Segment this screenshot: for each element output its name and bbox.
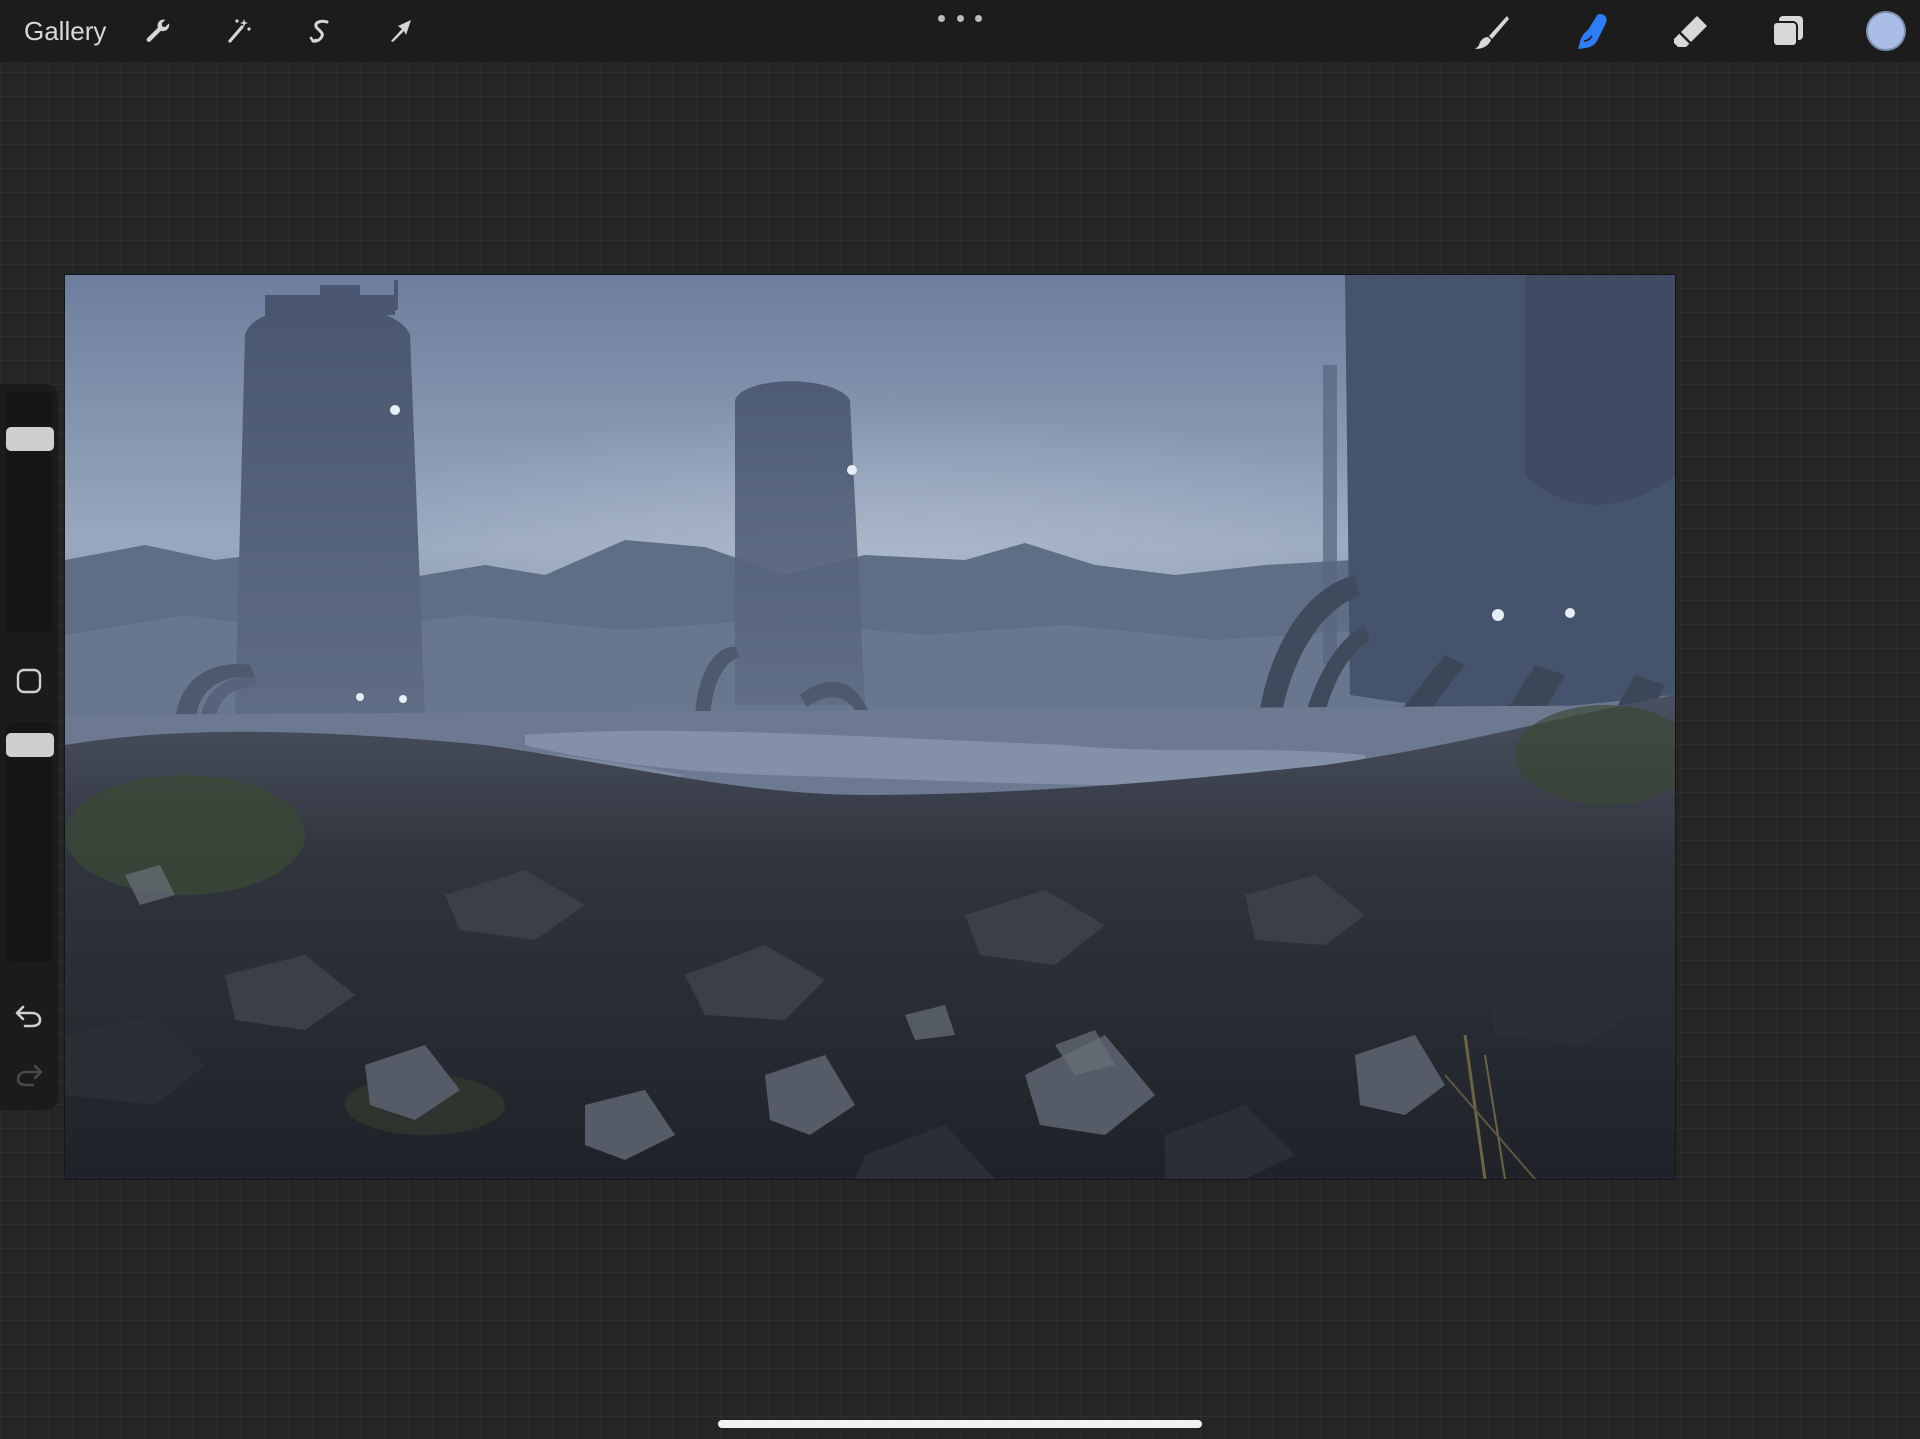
magic-wand-icon [228, 19, 251, 43]
wrench-icon [146, 19, 170, 42]
brush-tool-button[interactable] [1470, 10, 1514, 54]
top-toolbar: Gallery [0, 0, 1920, 62]
canvas-painting [65, 275, 1675, 1179]
opacity-slider-thumb[interactable] [6, 732, 54, 757]
home-indicator[interactable] [718, 1420, 1202, 1428]
selection-button[interactable] [301, 12, 339, 50]
gallery-button[interactable]: Gallery [24, 12, 106, 50]
color-picker-button[interactable] [1866, 11, 1906, 51]
layers-icon [1772, 16, 1803, 47]
smudge-tool-button[interactable] [1569, 10, 1613, 54]
selection-s-icon [309, 19, 329, 43]
left-sidebar [0, 384, 58, 1110]
redo-icon [16, 1064, 43, 1087]
actions-button[interactable] [139, 12, 177, 50]
adjustments-button[interactable] [220, 12, 258, 50]
eraser-icon [1674, 16, 1707, 47]
arrow-cursor-icon [391, 20, 411, 42]
layers-button[interactable] [1766, 10, 1810, 54]
undo-icon [15, 1005, 42, 1028]
brush-size-slider-thumb[interactable] [6, 426, 54, 451]
modify-button[interactable] [14, 666, 44, 696]
more-dots-icon[interactable] [938, 8, 982, 28]
opacity-slider[interactable] [6, 722, 52, 962]
transform-button[interactable] [382, 12, 420, 50]
brush-icon [1475, 16, 1509, 49]
procreate-app: Gallery [0, 0, 1920, 1439]
eraser-tool-button[interactable] [1668, 10, 1712, 54]
smudge-finger-icon [1578, 14, 1607, 49]
drawing-canvas[interactable] [65, 275, 1675, 1179]
square-modify-icon [16, 668, 42, 694]
redo-button[interactable] [12, 1057, 46, 1091]
undo-button[interactable] [12, 998, 46, 1032]
